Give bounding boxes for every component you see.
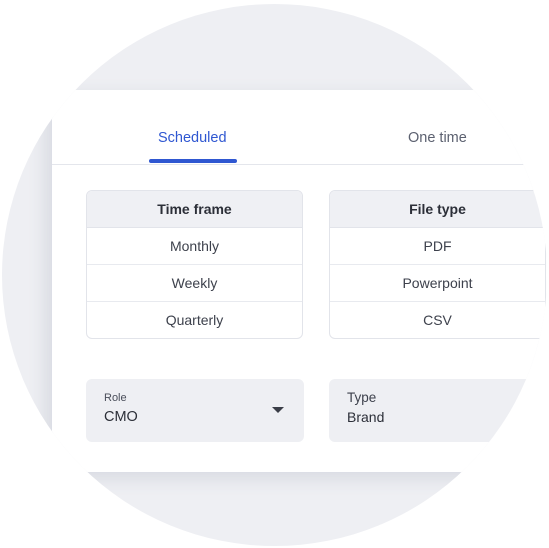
- tab-one-time[interactable]: One time: [408, 130, 467, 146]
- stage: Scheduled One time Time frame Monthly We…: [0, 0, 549, 548]
- file-type-header: File type: [330, 191, 545, 228]
- file-type-option-powerpoint[interactable]: Powerpoint: [330, 265, 545, 302]
- role-select-value: CMO: [104, 409, 138, 425]
- active-tab-indicator: [149, 159, 237, 163]
- time-frame-option-weekly[interactable]: Weekly: [87, 265, 302, 302]
- type-select-label: Type: [347, 390, 377, 405]
- type-select[interactable]: Type Brand: [329, 379, 547, 442]
- file-type-option-csv[interactable]: CSV: [330, 302, 545, 338]
- time-frame-header: Time frame: [87, 191, 302, 228]
- time-frame-option-quarterly[interactable]: Quarterly: [87, 302, 302, 338]
- tab-scheduled[interactable]: Scheduled: [158, 130, 227, 146]
- chevron-down-icon: [515, 407, 527, 413]
- file-type-option-pdf[interactable]: PDF: [330, 228, 545, 265]
- time-frame-table: Time frame Monthly Weekly Quarterly: [86, 190, 303, 339]
- role-select[interactable]: Role CMO: [86, 379, 304, 442]
- chevron-down-icon: [272, 407, 284, 413]
- type-select-value: Brand: [347, 409, 385, 425]
- role-select-label: Role: [104, 392, 127, 404]
- background-circle: Scheduled One time Time frame Monthly We…: [2, 4, 547, 546]
- file-type-table: File type PDF Powerpoint CSV: [329, 190, 546, 339]
- export-card: Scheduled One time Time frame Monthly We…: [52, 90, 547, 472]
- time-frame-option-monthly[interactable]: Monthly: [87, 228, 302, 265]
- tab-bar: Scheduled One time: [52, 90, 547, 165]
